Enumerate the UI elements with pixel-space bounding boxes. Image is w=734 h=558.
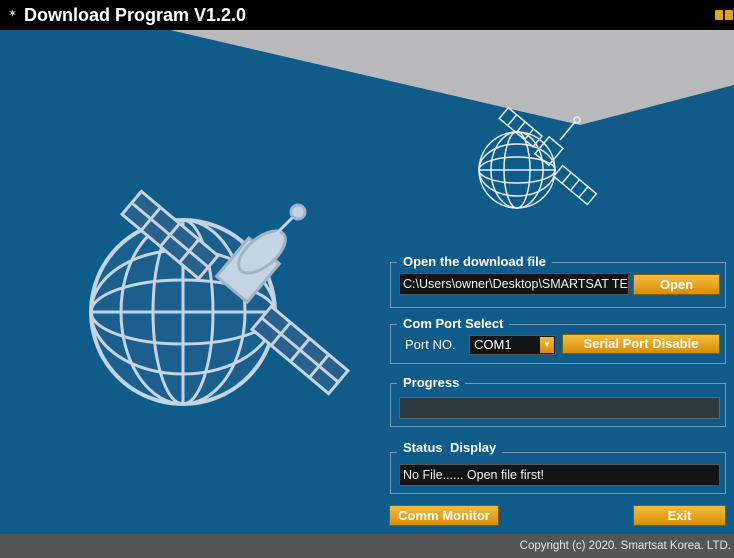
- status-display-field: No File...... Open file first!: [399, 464, 720, 486]
- comm-monitor-button[interactable]: Comm Monitor: [389, 505, 499, 526]
- progress-group-title: Progress: [397, 376, 466, 390]
- file-path-field[interactable]: C:\Users\owner\Desktop\SMARTSAT TE: [399, 273, 629, 295]
- progress-bar: [399, 397, 720, 419]
- com-port-group-title: Com Port Select: [397, 317, 510, 331]
- chevron-down-icon[interactable]: ▼: [540, 337, 554, 353]
- exit-button[interactable]: Exit: [633, 505, 726, 526]
- window-title: Download Program V1.2.0: [24, 5, 247, 25]
- copyright-text: Copyright (c) 2020. Smartsat Korea. LTD.: [519, 540, 731, 552]
- program-icon: ✶: [8, 8, 18, 20]
- close-button[interactable]: [725, 10, 733, 20]
- large-satellite-icon: [89, 189, 351, 406]
- light-beam-shape: [170, 30, 734, 125]
- port-select[interactable]: COM1 ▼: [469, 335, 556, 355]
- minimize-button[interactable]: [715, 10, 723, 20]
- port-select-value: COM1: [474, 337, 512, 352]
- status-bar: Copyright (c) 2020. Smartsat Korea. LTD.: [0, 534, 734, 558]
- open-button[interactable]: Open: [633, 274, 720, 295]
- port-number-label: Port NO.: [405, 337, 456, 352]
- serial-port-disable-button[interactable]: Serial Port Disable: [562, 334, 720, 354]
- download-file-group-title: Open the download file: [397, 255, 552, 269]
- small-satellite-icon: [478, 106, 598, 209]
- title-bar[interactable]: ✶ Download Program V1.2.0: [0, 0, 734, 30]
- app-window: ✶ Download Program V1.2.0 Open the downl…: [0, 0, 734, 558]
- status-group-title: Status Display: [397, 441, 503, 455]
